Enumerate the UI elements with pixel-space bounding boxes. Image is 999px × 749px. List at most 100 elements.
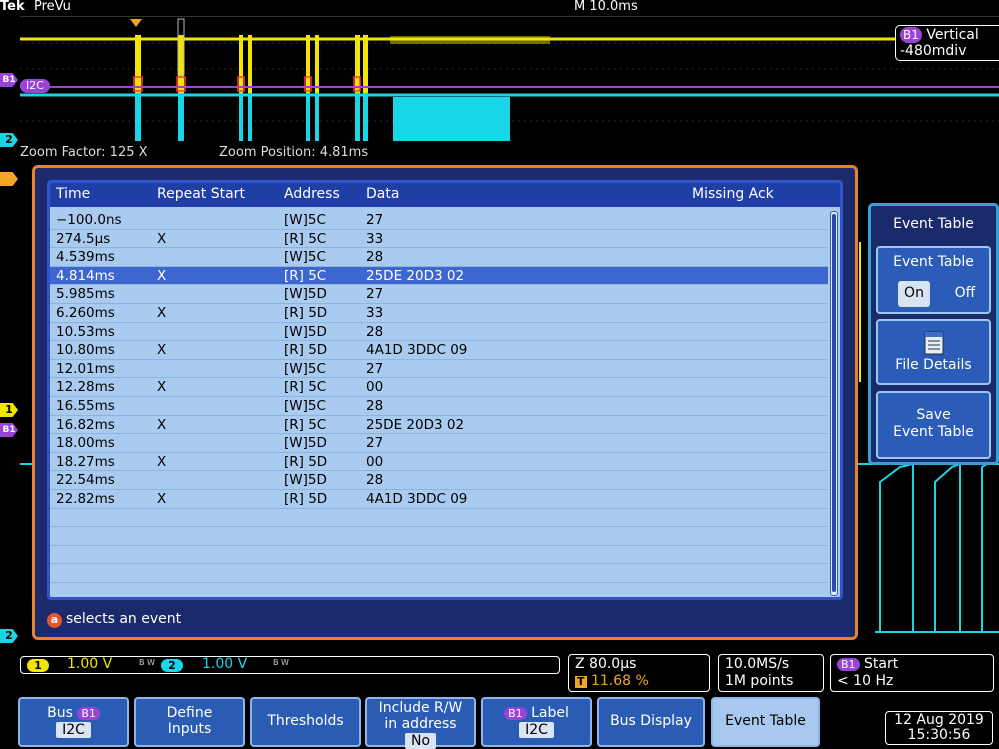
overview-waveforms xyxy=(20,18,999,141)
event-table-header: Time Repeat Start Address Data Missing A… xyxy=(50,183,840,207)
cell-address: [W]5C xyxy=(284,249,326,266)
cell-data: 28 xyxy=(366,397,384,414)
save-label-2: Event Table xyxy=(893,424,974,440)
trigger-bus-badge: B1 xyxy=(837,658,860,671)
toggle-off-option[interactable]: Off xyxy=(946,281,984,307)
table-row[interactable] xyxy=(50,527,828,546)
cell-data: 28 xyxy=(366,323,384,340)
cell-data: 28 xyxy=(366,472,384,489)
cell-data: 25DE 20D3 02 xyxy=(366,416,465,433)
table-row[interactable]: 16.82ms X [R] 5C 25DE 20D3 02 xyxy=(50,416,828,435)
table-row[interactable]: 274.5µs X [R] 5C 33 xyxy=(50,230,828,249)
cell-repeat-start: X xyxy=(157,416,167,433)
zoom-position: Zoom Position: 4.81ms xyxy=(219,145,369,160)
cell-address: [W]5D xyxy=(284,323,327,340)
event-table: Time Repeat Start Address Data Missing A… xyxy=(47,180,843,600)
cell-address: [R] 5C xyxy=(284,379,327,396)
table-row[interactable] xyxy=(50,546,828,565)
channel-readout[interactable]: 1 1.00 V B W 2 1.00 V B W xyxy=(20,656,560,674)
bus-display-button[interactable]: Bus Display xyxy=(597,697,705,747)
col-address: Address xyxy=(284,186,340,202)
vertical-label: Vertical xyxy=(926,27,979,43)
cell-address: [W]5D xyxy=(284,435,327,452)
side-menu-title: Event Table xyxy=(893,216,974,232)
timebase-readout: M 10.0ms xyxy=(574,0,638,14)
define-label-2: Inputs xyxy=(167,721,212,737)
table-row[interactable]: 22.54ms [W]5D 28 xyxy=(50,471,828,490)
cell-time: −100.0ns xyxy=(56,212,122,228)
include-label-1: Include R/W xyxy=(378,700,463,716)
bus-badge: B1 xyxy=(900,27,922,43)
table-row[interactable] xyxy=(50,509,828,528)
cell-data: 28 xyxy=(366,249,384,266)
toggle-on-option[interactable]: On xyxy=(898,281,930,307)
table-row[interactable]: 5.985ms [W]5D 27 xyxy=(50,285,828,304)
bus-b1-marker[interactable]: B1 xyxy=(0,73,18,87)
label-button-value: I2C xyxy=(519,722,554,738)
table-row[interactable]: 4.814ms X [R] 5C 25DE 20D3 02 xyxy=(50,266,828,286)
cell-address: [W]5C xyxy=(284,360,326,377)
include-rw-button[interactable]: Include R/W in address No xyxy=(365,697,476,749)
cell-repeat-start: X xyxy=(157,304,167,321)
ch1-ground-marker[interactable]: 1 xyxy=(0,403,18,417)
table-row[interactable] xyxy=(50,583,828,597)
cell-address: [R] 5D xyxy=(284,342,328,359)
table-row[interactable]: 12.01ms [W]5C 27 xyxy=(50,360,828,379)
table-row[interactable]: 6.260ms X [R] 5D 33 xyxy=(50,304,828,323)
cell-address: [R] 5D xyxy=(284,490,328,507)
save-label-1: Save xyxy=(916,407,951,423)
bus-button[interactable]: Bus B1 I2C xyxy=(18,697,129,747)
acquisition-readout[interactable]: 10.0MS/s 1M points xyxy=(718,654,824,692)
table-row[interactable]: 22.82ms X [R] 5D 4A1D 3DDC 09 xyxy=(50,490,828,509)
table-row[interactable]: 18.27ms X [R] 5D 00 xyxy=(50,453,828,472)
bus-b1-marker-zoom[interactable]: B1 xyxy=(0,423,18,437)
cell-time: 18.00ms xyxy=(56,435,115,452)
table-row[interactable]: 10.53ms [W]5D 28 xyxy=(50,323,828,342)
ch1-badge: 1 xyxy=(27,659,49,672)
include-label-2: in address xyxy=(384,716,457,732)
table-row[interactable] xyxy=(50,564,828,583)
date-time-readout[interactable]: 12 Aug 2019 15:30:56 xyxy=(885,711,993,745)
date: 12 Aug 2019 xyxy=(894,712,984,728)
define-inputs-button[interactable]: Define Inputs xyxy=(134,697,245,747)
cell-address: [W]5C xyxy=(284,397,326,414)
save-event-table-button[interactable]: Save Event Table xyxy=(876,391,991,459)
col-missing-ack: Missing Ack xyxy=(692,186,774,202)
cell-time: 6.260ms xyxy=(56,304,115,321)
scroll-thumb[interactable] xyxy=(832,214,836,592)
ch2-ground-marker-zoom[interactable]: 2 xyxy=(0,629,18,643)
event-table-scrollbar[interactable] xyxy=(830,211,838,596)
table-row[interactable]: 4.539ms [W]5C 28 xyxy=(50,248,828,267)
horizontal-zoom-readout[interactable]: Z 80.0µs T 11.68 % xyxy=(568,654,710,692)
cell-address: [R] 5C xyxy=(284,267,327,284)
table-row[interactable]: 10.80ms X [R] 5D 4A1D 3DDC 09 xyxy=(50,341,828,360)
ch2-bandwidth-icon: B W xyxy=(273,658,289,667)
trigger-level-marker[interactable] xyxy=(0,172,18,186)
trigger-type: Start xyxy=(864,656,899,672)
table-row[interactable]: 12.28ms X [R] 5C 00 xyxy=(50,378,828,397)
cell-address: [W]5C xyxy=(284,212,326,228)
cell-data: 33 xyxy=(366,230,384,247)
event-table-button[interactable]: Event Table xyxy=(711,697,820,747)
cell-repeat-start: X xyxy=(157,490,167,507)
top-bar: Tek PreVu M 10.0ms xyxy=(0,0,999,16)
event-table-label: Event Table xyxy=(725,713,806,729)
label-button[interactable]: B1 Label I2C xyxy=(481,697,592,747)
trigger-readout[interactable]: B1 Start < 10 Hz xyxy=(830,654,994,692)
table-row[interactable]: 18.00ms [W]5D 27 xyxy=(50,434,828,453)
brand-logo: Tek xyxy=(0,0,25,14)
ch2-ground-marker-overview[interactable]: 2 xyxy=(0,133,18,147)
cell-time: 22.54ms xyxy=(56,472,115,489)
cell-data: 27 xyxy=(366,286,384,303)
cell-time: 4.539ms xyxy=(56,249,115,266)
event-table-toggle[interactable]: Event Table On Off xyxy=(876,246,991,314)
zoom-info-bar: Zoom Factor: 125 X Zoom Position: 4.81ms xyxy=(20,145,999,162)
bus-button-label: Bus xyxy=(47,705,73,721)
table-row[interactable]: −100.0ns [W]5C 27 xyxy=(50,211,828,230)
hint-text: selects an event xyxy=(66,611,182,627)
file-details-button[interactable]: File Details xyxy=(876,319,991,385)
thresholds-button[interactable]: Thresholds xyxy=(250,697,361,747)
bus-button-value: I2C xyxy=(56,722,91,738)
table-row[interactable]: 16.55ms [W]5C 28 xyxy=(50,397,828,416)
trigger-marker-icon xyxy=(130,19,142,27)
